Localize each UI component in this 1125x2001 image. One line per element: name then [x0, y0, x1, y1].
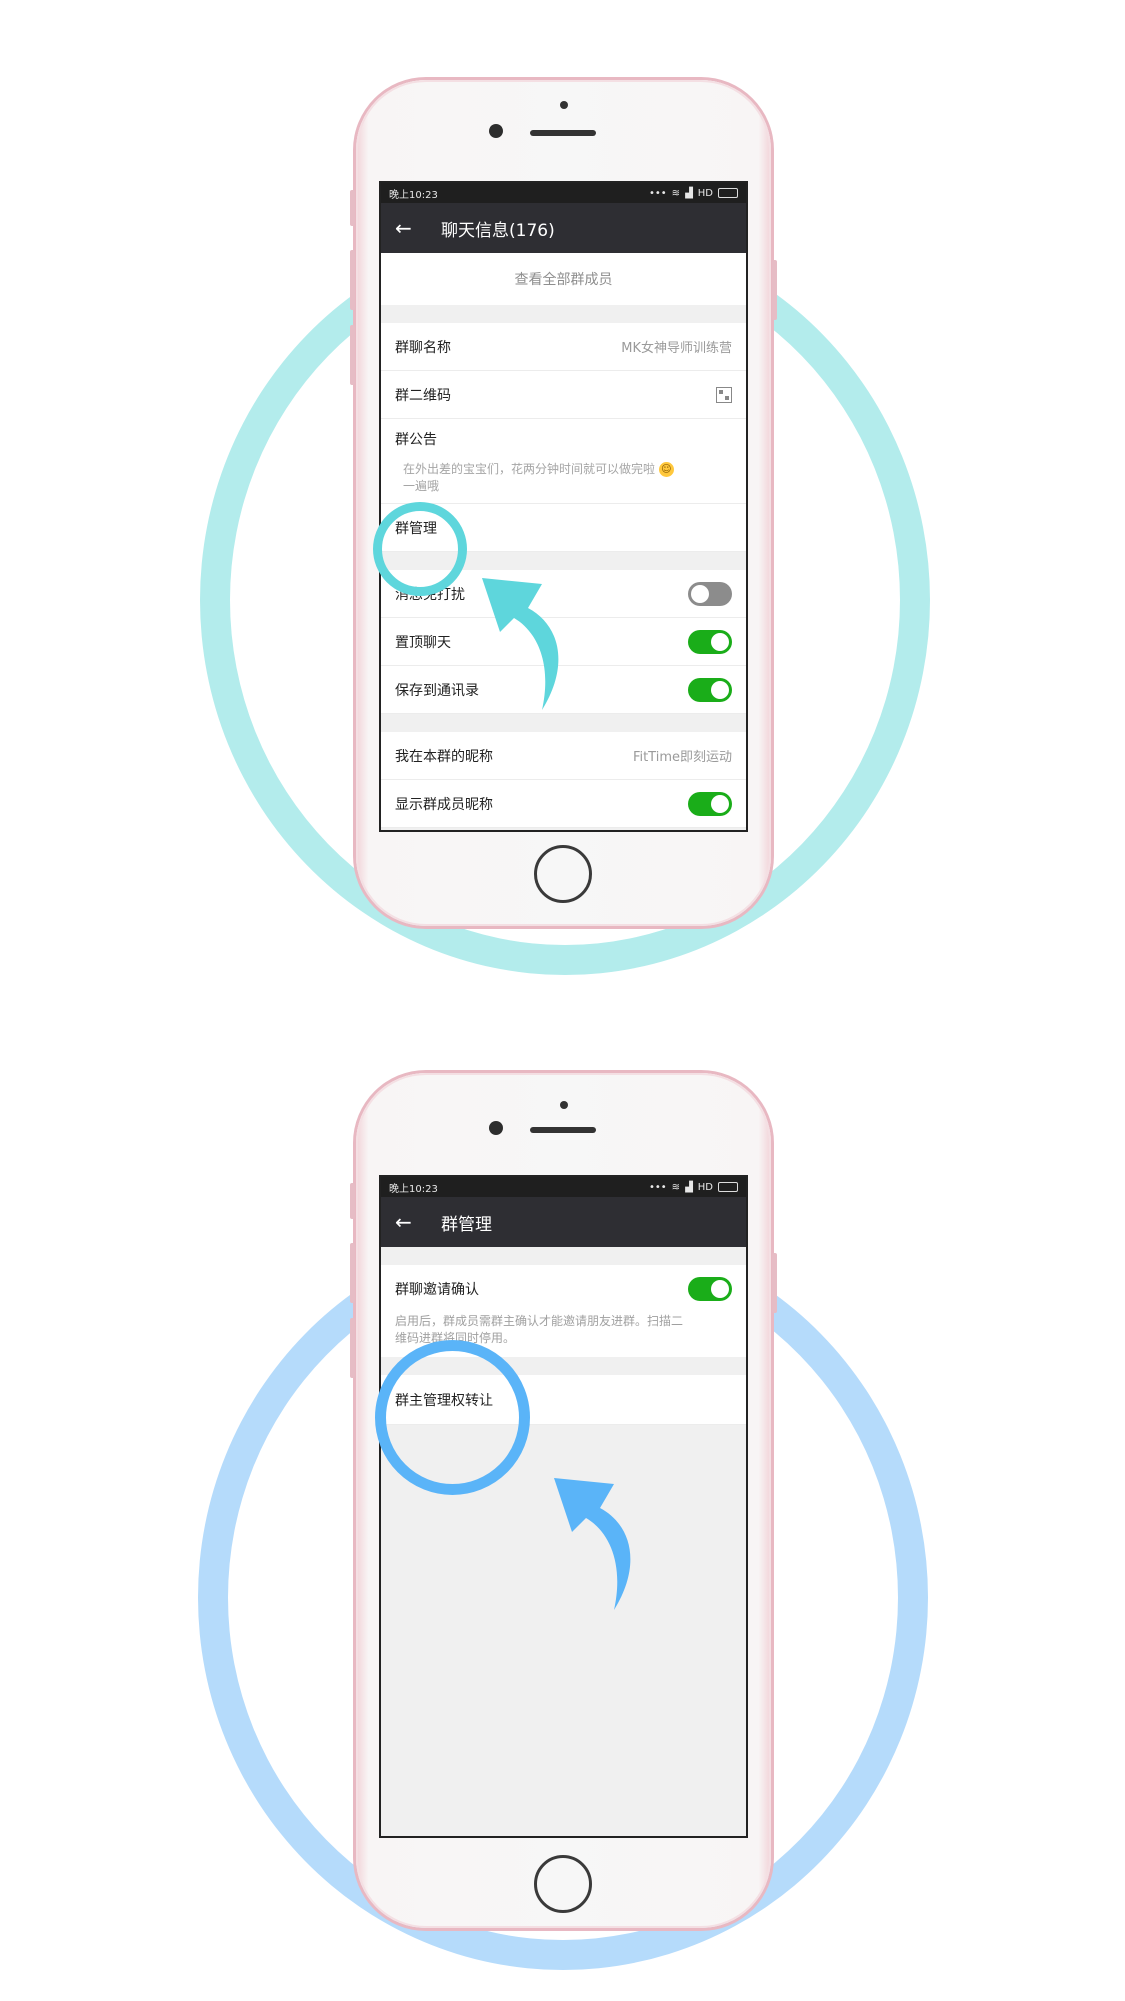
- signal-icon: ▟: [685, 187, 693, 199]
- hd-label: HD: [697, 187, 713, 199]
- volume-up-button: [350, 250, 355, 310]
- status-bar: 晚上10:23 ••• ≋ ▟ HD: [381, 1177, 746, 1197]
- show-nicknames-label: 显示群成员昵称: [395, 796, 493, 813]
- toggle-knob: [711, 680, 729, 699]
- toggle-knob: [691, 584, 709, 603]
- power-button: [772, 260, 777, 320]
- show-nicknames-row: 显示群成员昵称: [381, 780, 746, 828]
- status-time: 晚上10:23: [389, 1183, 438, 1195]
- highlight-circle-group-manage: [373, 502, 467, 596]
- proximity-sensor: [560, 1101, 568, 1109]
- invite-confirm-row: 群聊邀请确认: [381, 1265, 746, 1313]
- mute-toggle[interactable]: [688, 581, 732, 606]
- volume-up-button: [350, 1243, 355, 1303]
- mute-switch: [350, 190, 355, 226]
- invite-desc-line-1: 启用后，群成员需群主确认才能邀请朋友进群。扫描二: [395, 1314, 684, 1328]
- my-nickname-row[interactable]: 我在本群的昵称 FitTime即刻运动: [381, 732, 746, 780]
- volume-down-button: [350, 1318, 355, 1378]
- toggle-knob: [711, 794, 729, 813]
- back-arrow-icon[interactable]: ←: [395, 1212, 415, 1232]
- battery-icon: [718, 188, 738, 198]
- power-button: [772, 1253, 777, 1313]
- home-button[interactable]: [534, 1855, 592, 1913]
- show-nicknames-toggle[interactable]: [688, 791, 732, 816]
- section-gap: [381, 1247, 746, 1265]
- title-bar: ← 聊天信息(176): [381, 203, 746, 253]
- group-name-label: 群聊名称: [395, 339, 451, 356]
- wifi-icon: ≋: [671, 187, 681, 199]
- save-contacts-label: 保存到通讯录: [395, 682, 479, 699]
- more-dots-icon: •••: [648, 1181, 667, 1193]
- announcement-line-2: 一遍哦: [403, 479, 440, 493]
- announcement-text: 在外出差的宝宝们，花两分钟时间就可以做完啦 ☺ 一遍哦: [395, 461, 732, 495]
- my-nickname-label: 我在本群的昵称: [395, 748, 493, 765]
- group-qr-row[interactable]: 群二维码: [381, 371, 746, 419]
- page-title: 群管理: [441, 1214, 492, 1235]
- front-camera-icon: [489, 1121, 503, 1135]
- announcement-label: 群公告: [395, 432, 437, 448]
- toggle-knob: [711, 1280, 729, 1298]
- pin-chat-label: 置顶聊天: [395, 634, 451, 651]
- save-contacts-toggle[interactable]: [688, 677, 732, 702]
- toggle-knob: [711, 632, 729, 651]
- status-time: 晚上10:23: [389, 189, 438, 201]
- page-title: 聊天信息(176): [441, 220, 555, 241]
- title-bar: ← 群管理: [381, 1197, 746, 1247]
- my-nickname-value: FitTime即刻运动: [632, 750, 732, 765]
- group-qr-label: 群二维码: [395, 387, 451, 404]
- group-name-row[interactable]: 群聊名称 MK女神导师训练营: [381, 323, 746, 371]
- pin-chat-toggle[interactable]: [688, 629, 732, 654]
- qr-code-icon: [716, 386, 732, 403]
- back-arrow-icon[interactable]: ←: [395, 218, 415, 238]
- volume-down-button: [350, 325, 355, 385]
- highlight-circle-transfer-owner: [375, 1340, 530, 1495]
- home-button[interactable]: [534, 845, 592, 903]
- hd-label: HD: [697, 1181, 713, 1193]
- view-all-members-link[interactable]: 查看全部群成员: [381, 253, 746, 305]
- section-gap: [381, 714, 746, 732]
- smile-emoji-icon: ☺: [658, 462, 674, 477]
- earpiece-speaker: [530, 130, 596, 136]
- battery-icon: [718, 1182, 738, 1192]
- invite-confirm-toggle[interactable]: [688, 1277, 732, 1301]
- announcement-line-1: 在外出差的宝宝们，花两分钟时间就可以做完啦: [403, 462, 656, 476]
- curved-arrow-icon-bottom: [554, 1478, 631, 1610]
- curved-arrow-icon-top: [482, 578, 559, 710]
- signal-icon: ▟: [685, 1181, 693, 1193]
- status-bar: 晚上10:23 ••• ≋ ▟ HD: [381, 183, 746, 203]
- earpiece-speaker: [530, 1127, 596, 1133]
- proximity-sensor: [560, 101, 568, 109]
- announcement-row[interactable]: 群公告 在外出差的宝宝们，花两分钟时间就可以做完啦 ☺ 一遍哦: [381, 419, 746, 504]
- invite-confirm-label: 群聊邀请确认: [395, 1282, 479, 1298]
- more-dots-icon: •••: [648, 187, 667, 199]
- section-gap: [381, 305, 746, 323]
- group-name-value: MK女神导师训练营: [621, 341, 732, 356]
- wifi-icon: ≋: [671, 1181, 681, 1193]
- front-camera-icon: [489, 124, 503, 138]
- mute-switch: [350, 1183, 355, 1219]
